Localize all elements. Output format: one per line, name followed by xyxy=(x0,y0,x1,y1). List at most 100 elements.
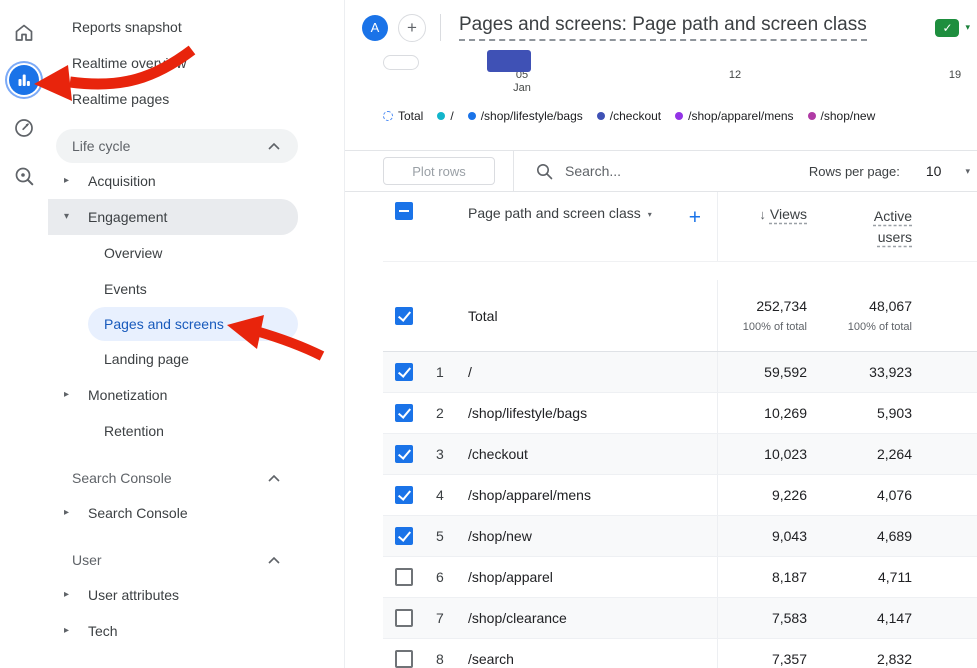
legend-item[interactable]: /shop/new xyxy=(808,109,876,123)
sidebar-item-retention[interactable]: Retention xyxy=(48,413,344,449)
sidebar-item-label: Engagement xyxy=(88,209,167,225)
row-checkbox[interactable] xyxy=(395,445,413,463)
legend-item-total[interactable]: Total xyxy=(383,109,423,123)
chart-x-axis: 05 Jan 12 19 xyxy=(345,69,977,103)
table-total-row: Total 252,734 100% of total 48,067 100% … xyxy=(383,262,977,352)
table-body: 1 / 59,592 33,923 2 /shop/lifestyle/bags… xyxy=(383,352,977,668)
expand-icon: ▸ xyxy=(64,626,88,636)
row-checkbox[interactable] xyxy=(395,486,413,504)
explore-icon[interactable] xyxy=(0,152,48,200)
sidebar-item-reports-snapshot[interactable]: Reports snapshot xyxy=(48,9,344,45)
legend-dot xyxy=(597,112,605,120)
legend-total-icon xyxy=(383,111,393,121)
sidebar-item-search-console[interactable]: ▸ Search Console xyxy=(48,495,344,531)
row-checkbox[interactable] xyxy=(395,650,413,668)
page-path-cell: /shop/lifestyle/bags xyxy=(460,405,717,421)
sidebar-item-acquisition[interactable]: ▸ Acquisition xyxy=(48,163,344,199)
chevron-up-icon[interactable] xyxy=(268,143,280,150)
views-header-label[interactable]: Views xyxy=(770,206,807,222)
expand-icon: ▸ xyxy=(64,176,88,186)
header-tail-cell xyxy=(912,192,977,261)
section-label: Life cycle xyxy=(72,138,130,154)
dimension-header-label[interactable]: Page path and screen class xyxy=(468,205,641,221)
views-cell: 7,357 xyxy=(717,639,807,668)
sidebar-item-realtime-pages[interactable]: Realtime pages xyxy=(48,81,344,117)
axis-tick-month: Jan xyxy=(513,82,531,94)
axis-tick: 12 xyxy=(715,69,755,82)
header-divider xyxy=(440,14,441,41)
legend-item[interactable]: /checkout xyxy=(597,109,661,123)
row-checkbox[interactable] xyxy=(395,527,413,545)
row-checkbox[interactable] xyxy=(395,568,413,586)
chevron-up-icon[interactable] xyxy=(268,475,280,482)
collaboration-status-badge[interactable]: ✓ xyxy=(935,19,959,37)
active-users-cell: 33,923 xyxy=(807,352,912,392)
sidebar-item-user-attributes[interactable]: ▸ User attributes xyxy=(48,577,344,613)
sidebar-item-realtime-overview[interactable]: Realtime overview xyxy=(48,45,344,81)
views-cell: 7,583 xyxy=(717,598,807,638)
active-users-cell: 5,903 xyxy=(807,393,912,433)
row-checkbox[interactable] xyxy=(395,363,413,381)
axis-tick: 05 Jan xyxy=(502,69,542,95)
sidebar-section-user[interactable]: User xyxy=(56,543,298,577)
sort-desc-icon[interactable]: ↓ xyxy=(759,207,766,222)
advertising-icon[interactable] xyxy=(0,104,48,152)
page-path-cell: / xyxy=(460,364,717,380)
sidebar-item-pages-and-screens[interactable]: Pages and screens xyxy=(88,307,298,341)
plot-rows-button[interactable]: Plot rows xyxy=(383,157,495,185)
rows-per-page-value[interactable]: 10 xyxy=(926,163,942,179)
app-root: Reports snapshot Realtime overview Realt… xyxy=(0,0,977,668)
row-index: 7 xyxy=(425,610,460,626)
legend-item[interactable]: /shop/apparel/mens xyxy=(675,109,793,123)
avatar[interactable]: A xyxy=(362,15,388,41)
reports-icon[interactable] xyxy=(0,56,48,104)
row-index: 5 xyxy=(425,528,460,544)
add-dimension-button[interactable]: + xyxy=(689,207,701,228)
row-checkbox[interactable] xyxy=(395,404,413,422)
row-index: 4 xyxy=(425,487,460,503)
page-path-cell: /shop/apparel xyxy=(460,569,717,585)
rows-per-page-label: Rows per page: xyxy=(809,164,900,179)
select-all-checkbox[interactable] xyxy=(395,202,413,220)
legend-dot xyxy=(675,112,683,120)
total-views-pct: 100% of total xyxy=(743,321,807,333)
legend-label: /checkout xyxy=(610,109,661,123)
toolbar-divider xyxy=(513,151,514,191)
legend-item[interactable]: / xyxy=(437,109,453,123)
total-checkbox[interactable] xyxy=(395,307,413,325)
table-row: 7 /shop/clearance 7,583 4,147 xyxy=(383,598,977,639)
chevron-up-icon[interactable] xyxy=(268,557,280,564)
total-active-pct: 100% of total xyxy=(848,321,912,333)
home-icon[interactable] xyxy=(0,8,48,56)
legend-dot xyxy=(437,112,445,120)
legend-label: /shop/apparel/mens xyxy=(688,109,793,123)
sidebar-item-label: Acquisition xyxy=(88,173,156,189)
legend-label: /shop/lifestyle/bags xyxy=(481,109,583,123)
views-header-cell: ↓ Views xyxy=(717,192,807,261)
views-cell: 9,226 xyxy=(717,475,807,515)
axis-tick: 19 xyxy=(935,69,975,82)
rows-per-page-caret-icon[interactable]: ▾ xyxy=(965,166,970,177)
add-comparison-button[interactable]: + xyxy=(398,14,426,42)
table-toolbar: Plot rows Rows per page: 10 ▾ xyxy=(345,150,977,192)
sidebar-item-events[interactable]: Events xyxy=(48,271,344,307)
sidebar-item-overview[interactable]: Overview xyxy=(48,235,344,271)
sidebar-item-label: Monetization xyxy=(88,387,167,403)
table-header: Page path and screen class ▾ + ↓ Views A… xyxy=(383,192,977,262)
sidebar-section-search-console[interactable]: Search Console xyxy=(56,461,298,495)
sidebar-item-engagement[interactable]: ▾ Engagement xyxy=(48,199,298,235)
row-index: 8 xyxy=(425,651,460,667)
sidebar-item-tech[interactable]: ▸ Tech xyxy=(48,613,344,649)
active-users-header-label[interactable]: Active users xyxy=(860,206,912,248)
sidebar-item-landing-page[interactable]: Landing page xyxy=(48,341,344,377)
table-row: 8 /search 7,357 2,832 xyxy=(383,639,977,668)
legend-item[interactable]: /shop/lifestyle/bags xyxy=(468,109,583,123)
dimension-caret-icon[interactable]: ▾ xyxy=(648,210,652,219)
badge-caret-icon[interactable]: ▾ xyxy=(965,22,970,33)
search-input[interactable] xyxy=(563,162,717,180)
sidebar-item-monetization[interactable]: ▸ Monetization xyxy=(48,377,344,413)
row-checkbox[interactable] xyxy=(395,609,413,627)
sidebar-section-life-cycle[interactable]: Life cycle xyxy=(56,129,298,163)
section-label: User xyxy=(72,552,102,568)
page-path-cell: /search xyxy=(460,651,717,667)
